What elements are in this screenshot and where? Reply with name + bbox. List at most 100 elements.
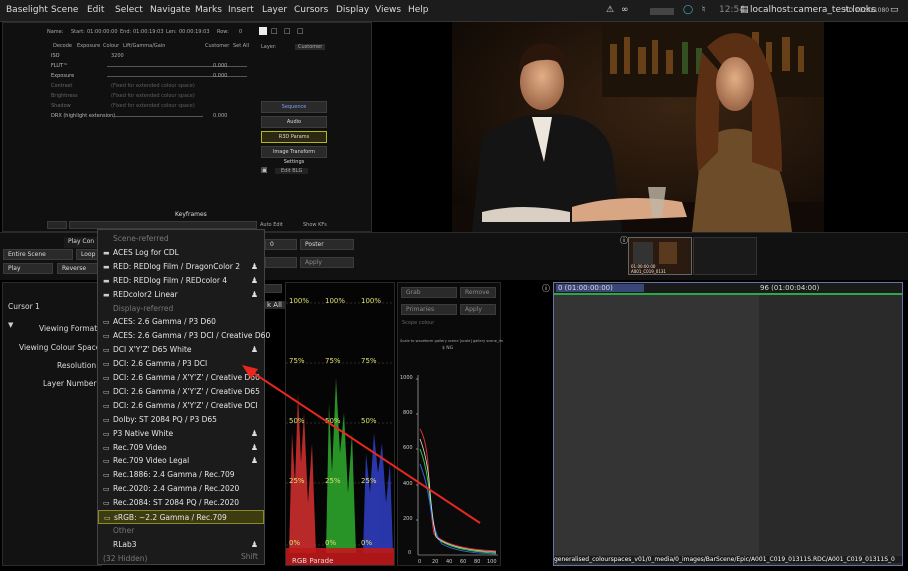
cursor-select-arrow[interactable] xyxy=(262,284,282,293)
timeline-info-icon[interactable]: ⓘ xyxy=(542,283,550,294)
layer-select[interactable]: Customer xyxy=(295,44,326,50)
scope-colour-label: Scope colour xyxy=(402,320,435,326)
link-all-button[interactable]: k All xyxy=(264,301,285,309)
colour-space-dolby-st-2084-pq-p3-d65[interactable]: ▭ Dolby: ST 2084 PQ / P3 D65 xyxy=(98,413,264,427)
reverse-button[interactable]: Reverse xyxy=(57,263,100,274)
shot-thumbnail[interactable]: 01:00:00:00 A001_C019_0131 xyxy=(628,237,692,275)
play-button[interactable]: Play xyxy=(3,263,53,274)
colour-space-redcolor2-linear[interactable]: ▬ REDcolor2 Linear ♟ xyxy=(98,288,264,302)
r3d-params-button[interactable]: R3D Params xyxy=(261,131,327,143)
apply-scope-button[interactable]: Apply xyxy=(460,304,496,315)
video-viewer[interactable] xyxy=(452,22,824,232)
menu-navigate[interactable]: Navigate xyxy=(150,5,190,15)
colour-space-dci-2-6-gamma-p3-dci[interactable]: ▭ DCI: 2.6 Gamma / P3 DCI xyxy=(98,357,264,371)
menu-help[interactable]: Help xyxy=(408,5,429,15)
frame-field[interactable]: 0 xyxy=(265,239,297,250)
param-row-flut[interactable]: FLUT™ 0.000 xyxy=(47,62,257,70)
menu-select[interactable]: Select xyxy=(115,5,143,15)
colour-space-rlab3[interactable]: RLab3 ♟ xyxy=(98,538,264,552)
delete-icon[interactable]: □ xyxy=(297,27,304,35)
warning-icon[interactable]: ⚠ xyxy=(606,5,614,15)
layer-number-label: Layer Number: xyxy=(43,379,99,388)
monitor-icon: ▭ xyxy=(103,360,110,369)
len-value[interactable]: 00:00:19:03 xyxy=(179,29,210,35)
param-row-drx[interactable]: DRX (highlight extension) 0.000 xyxy=(47,112,257,120)
colour-space-dropdown[interactable]: Scene-referred ▬ ACES Log for CDL ▬ RED: RED… xyxy=(97,229,270,565)
remove-button[interactable]: Remove xyxy=(460,287,496,298)
tab-decode[interactable]: Decode xyxy=(53,43,72,49)
row-value[interactable]: 0 xyxy=(239,29,242,35)
colour-space-srgb-2-2-gamma-rec-709[interactable]: ▭ sRGB: ~2.2 Gamma / Rec.709 xyxy=(98,510,264,524)
colour-space-aces-log-for-cdl[interactable]: ▬ ACES Log for CDL xyxy=(98,246,264,260)
colour-space-red-redlog-film-dragoncolor-2[interactable]: ▬ RED: REDlog Film / DragonColor 2 ♟ xyxy=(98,260,264,274)
user-icon: ♟ xyxy=(250,428,258,438)
curve-scope[interactable]: Grab Remove Primaries Apply Scope colour… xyxy=(397,282,503,566)
user-icon: ♟ xyxy=(250,456,258,466)
entire-scene-select[interactable]: Entire Scene xyxy=(3,249,73,260)
curve-graph xyxy=(416,375,498,556)
audio-button[interactable]: Audio xyxy=(261,116,327,128)
item-label: RED: REDlog Film / REDcolor 4 xyxy=(113,275,228,285)
colour-space-dci-x-y-z-d65-white[interactable]: ▭ DCI X'Y'Z' D65 White ♟ xyxy=(98,343,264,357)
colour-space-aces-2-6-gamma-p3-d60[interactable]: ▭ ACES: 2.6 Gamma / P3 D60 xyxy=(98,315,264,329)
glasses-icon[interactable]: ∞ xyxy=(621,5,629,15)
colour-space-dci-2-6-gamma-x-y-z-creative-d60[interactable]: ▭ DCI: 2.6 Gamma / X'Y'Z' / Creative D60 xyxy=(98,371,264,385)
keyframe-nav[interactable] xyxy=(47,221,67,229)
param-row-contrast: Contrast (Fixed for extended colour space… xyxy=(51,83,195,89)
param-row-iso[interactable]: ISO 3200 xyxy=(47,52,257,60)
resolution-label: Resolution: xyxy=(57,361,99,370)
primaries-select[interactable]: Primaries xyxy=(401,304,457,315)
menu-baselight[interactable]: Baselight xyxy=(6,5,48,15)
colour-space-dci-2-6-gamma-x-y-z-creative-d65[interactable]: ▭ DCI: 2.6 Gamma / X'Y'Z' / Creative D65 xyxy=(98,385,264,399)
colour-space-red-redlog-film-redcolor-4[interactable]: ▬ RED: REDlog Film / REDcolor 4 ♟ xyxy=(98,274,264,288)
menu-display[interactable]: Display xyxy=(336,5,369,15)
colour-space-rec-1886-2-4-gamma-rec-709[interactable]: ▭ Rec.1886: 2.4 Gamma / Rec.709 xyxy=(98,468,264,482)
grab-button[interactable]: Grab xyxy=(401,287,457,298)
image-transform-settings-button[interactable]: Image Transform Settings xyxy=(261,146,327,165)
menu-views[interactable]: Views xyxy=(375,5,401,15)
collapse-icon[interactable]: ▼ xyxy=(8,321,13,329)
show-kfs-toggle[interactable]: Show KFs xyxy=(303,222,327,228)
set-all-button[interactable]: Set All xyxy=(233,43,249,49)
menu-layer[interactable]: Layer xyxy=(262,5,287,15)
copy-icon[interactable]: □ xyxy=(271,27,278,35)
poster-select[interactable]: Poster xyxy=(300,239,354,250)
len-label: Len: xyxy=(166,29,177,35)
cursor-select[interactable]: Cursor 1 xyxy=(8,302,40,311)
quicktime-icon[interactable]: ◯ xyxy=(683,5,693,15)
end-value[interactable]: 01:00:19:03 xyxy=(133,29,164,35)
menu-marks[interactable]: Marks xyxy=(195,5,222,15)
colour-space-aces-2-6-gamma-p3-dci-creative-d60[interactable]: ▭ ACES: 2.6 Gamma / P3 DCI / Creative D60 xyxy=(98,329,270,343)
strip-field-2[interactable] xyxy=(265,257,297,268)
screen-icon[interactable]: ▭ xyxy=(890,5,899,15)
auto-edit-toggle[interactable]: Auto Edit xyxy=(260,222,283,228)
colour-space-rec-2020-2-4-gamma-rec-2020[interactable]: ▭ Rec.2020: 2.4 Gamma / Rec.2020 xyxy=(98,482,264,496)
item-label: DCI X'Y'Z' D65 White xyxy=(113,345,192,355)
keyframe-track[interactable] xyxy=(69,221,257,229)
start-value[interactable]: 01:00:00:00 xyxy=(87,29,118,35)
paste-icon[interactable]: □ xyxy=(284,27,291,35)
colour-space-rec-709-video-legal[interactable]: ▭ Rec.709 Video Legal ♟ xyxy=(98,454,264,468)
tab-lift-gamma-gain[interactable]: Lift/Gamma/Gain xyxy=(123,43,165,49)
item-label: P3 Native White xyxy=(113,428,174,438)
sequence-button[interactable]: Sequence xyxy=(261,101,327,113)
apply-button[interactable]: Apply xyxy=(300,257,354,268)
timeline-view[interactable]: 0 (01:00:00:00) 96 (01:00:04:00) general… xyxy=(553,282,903,566)
colour-space-dci-2-6-gamma-x-y-z-creative-dci[interactable]: ▭ DCI: 2.6 Gamma / X'Y'Z' / Creative DCI xyxy=(98,399,264,413)
edit-blg-button[interactable]: Edit BLG xyxy=(275,168,309,174)
white-swatch[interactable] xyxy=(259,27,267,35)
info-icon[interactable]: ⓘ xyxy=(620,235,628,246)
menu-cursors[interactable]: Cursors xyxy=(294,5,328,15)
speaker-icon[interactable]: ♮ xyxy=(702,5,705,15)
menu-insert[interactable]: Insert xyxy=(228,5,254,15)
colour-space-p3-native-white[interactable]: ▭ P3 Native White ♟ xyxy=(98,427,264,441)
clip-region[interactable] xyxy=(554,295,759,555)
tab-exposure[interactable]: Exposure xyxy=(77,43,100,49)
menu-edit[interactable]: Edit xyxy=(87,5,104,15)
menu-scene[interactable]: Scene xyxy=(51,5,78,15)
colour-space-rec-709-video[interactable]: ▭ Rec.709 Video ♟ xyxy=(98,441,264,455)
tab-colour[interactable]: Colour xyxy=(103,43,119,49)
rgb-parade-scope[interactable]: 100% 100% 100% 75% 75% 75% 50% 50% 50% 2… xyxy=(285,282,395,566)
colour-space-rec-2084-st-2084-pq-rec-2020[interactable]: ▭ Rec.2084: ST 2084 PQ / Rec.2020 xyxy=(98,496,264,510)
param-row-exposure[interactable]: Exposure 0.000 xyxy=(47,72,257,80)
